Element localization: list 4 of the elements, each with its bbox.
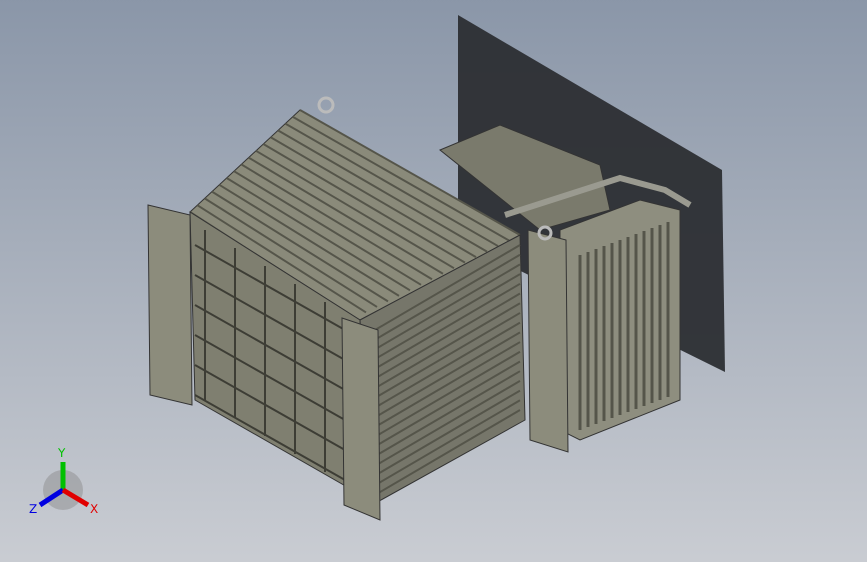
axis-label: Z bbox=[29, 502, 38, 516]
axis-label: Y bbox=[58, 446, 66, 460]
axis-label: X bbox=[90, 502, 98, 516]
axis-triad-drawing bbox=[38, 462, 90, 510]
